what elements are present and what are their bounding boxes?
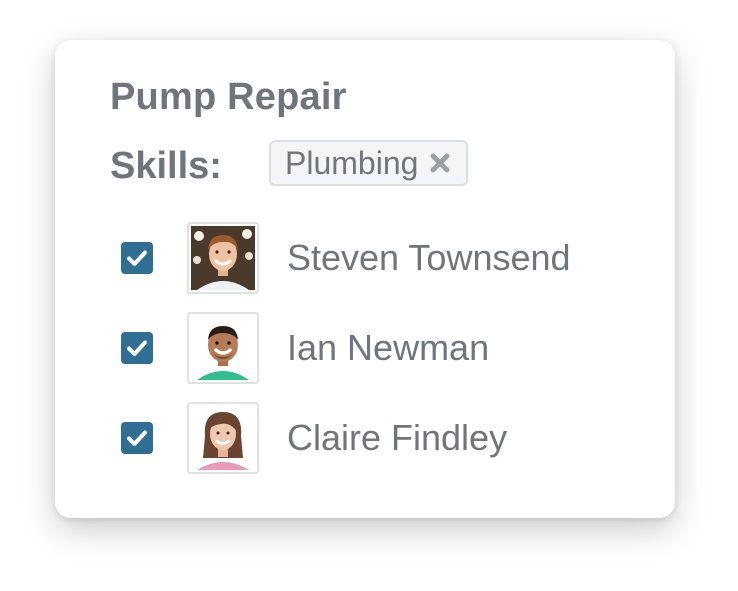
avatar	[187, 402, 259, 474]
assignee-row: Ian Newman	[121, 311, 489, 385]
assignee-checkbox[interactable]	[121, 332, 153, 364]
checkmark-icon	[127, 430, 147, 446]
skill-tag[interactable]: Plumbing	[269, 140, 469, 186]
checkmark-icon	[127, 250, 147, 266]
avatar-claire	[191, 406, 255, 470]
avatar	[187, 222, 259, 294]
assignment-card: Pump Repair Skills: Plumbing Steven Town…	[55, 40, 675, 518]
avatar-ian	[191, 316, 255, 380]
x-icon[interactable]	[428, 151, 452, 175]
avatar	[187, 312, 259, 384]
assignee-row: Claire Findley	[121, 401, 507, 475]
assignee-checkbox[interactable]	[121, 422, 153, 454]
assignee-name: Ian Newman	[287, 327, 490, 368]
task-title: Pump Repair	[110, 76, 347, 118]
checkmark-icon	[127, 340, 147, 356]
assignee-name: Steven Townsend	[287, 237, 571, 278]
skills-label: Skills:	[110, 145, 222, 187]
assignee-checkbox[interactable]	[121, 242, 153, 274]
assignee-name: Claire Findley	[287, 417, 508, 458]
assignee-row: Steven Townsend	[121, 221, 571, 295]
skill-tag-label: Plumbing	[285, 144, 419, 181]
avatar-steven	[191, 226, 255, 290]
